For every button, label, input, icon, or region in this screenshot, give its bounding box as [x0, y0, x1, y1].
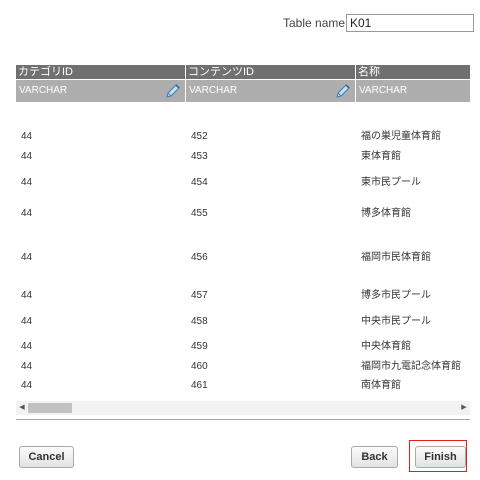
horizontal-scrollbar[interactable]: ◀ ▶ — [16, 401, 470, 415]
pencil-icon[interactable] — [334, 82, 352, 100]
column-type-cell: VARCHAR — [16, 80, 186, 102]
cell-name: 博多体育館 — [361, 208, 411, 219]
cell-content-id: 459 — [191, 341, 208, 352]
cell-content-id: 454 — [191, 177, 208, 188]
table-row[interactable]: 44 454 東市民プール — [16, 176, 470, 190]
cell-content-id: 461 — [191, 380, 208, 391]
cell-content-id: 460 — [191, 361, 208, 372]
cell-name: 福岡市九電記念体育館 — [361, 361, 461, 372]
cell-category-id: 44 — [21, 151, 33, 162]
divider — [16, 419, 470, 420]
column-type-cell: VARCHAR — [186, 80, 356, 102]
table-name-input[interactable] — [346, 14, 474, 32]
cell-name: 東市民プール — [361, 177, 421, 188]
cell-category-id: 44 — [21, 380, 33, 391]
cancel-button[interactable]: Cancel — [19, 446, 74, 468]
column-type-row: VARCHAR VARCHAR VARCHAR — [16, 80, 470, 102]
cell-content-id: 453 — [191, 151, 208, 162]
column-type-label: VARCHAR — [189, 85, 238, 96]
column-header-row: カテゴリID コンテンツID 名称 — [16, 65, 470, 79]
scrollbar-thumb[interactable] — [28, 403, 72, 413]
cell-content-id: 452 — [191, 131, 208, 142]
cell-category-id: 44 — [21, 177, 33, 188]
cell-name: 東体育館 — [361, 151, 401, 162]
column-header-category-id[interactable]: カテゴリID — [16, 65, 186, 79]
cell-content-id: 456 — [191, 252, 208, 263]
column-header-content-id[interactable]: コンテンツID — [186, 65, 356, 79]
table-row[interactable]: 44 458 中央市民プール — [16, 315, 470, 329]
cell-category-id: 44 — [21, 341, 33, 352]
cell-name: 中央体育館 — [361, 341, 411, 352]
table-row[interactable]: 44 456 福岡市民体育館 — [16, 251, 470, 265]
cell-content-id: 457 — [191, 290, 208, 301]
cell-name: 博多市民プール — [361, 290, 431, 301]
table-row[interactable]: 44 453 東体育館 — [16, 150, 470, 164]
cell-category-id: 44 — [21, 252, 33, 263]
cell-name: 福の巣児童体育館 — [361, 131, 441, 142]
cell-category-id: 44 — [21, 131, 33, 142]
cell-content-id: 458 — [191, 316, 208, 327]
arrow-left-icon[interactable]: ◀ — [16, 401, 28, 415]
column-type-label: VARCHAR — [359, 85, 408, 96]
column-type-cell: VARCHAR — [356, 80, 470, 102]
cell-category-id: 44 — [21, 361, 33, 372]
column-header-name[interactable]: 名称 — [356, 65, 470, 79]
table-row[interactable]: 44 459 中央体育館 — [16, 340, 470, 354]
back-button[interactable]: Back — [351, 446, 398, 468]
finish-button[interactable]: Finish — [415, 446, 466, 468]
table-row[interactable]: 44 455 博多体育館 — [16, 207, 470, 221]
table-row[interactable]: 44 461 南体育館 — [16, 379, 470, 393]
table-row[interactable]: 44 460 福岡市九電記念体育館 — [16, 360, 470, 374]
table-name-label: Table name — [283, 16, 346, 30]
cell-name: 中央市民プール — [361, 316, 431, 327]
cell-content-id: 455 — [191, 208, 208, 219]
arrow-right-icon[interactable]: ▶ — [458, 401, 470, 415]
table-row[interactable]: 44 452 福の巣児童体育館 — [16, 130, 470, 144]
cell-category-id: 44 — [21, 208, 33, 219]
table-row[interactable]: 44 457 博多市民プール — [16, 289, 470, 303]
cell-name: 南体育館 — [361, 380, 401, 391]
pencil-icon[interactable] — [164, 82, 182, 100]
column-type-label: VARCHAR — [19, 85, 68, 96]
cell-category-id: 44 — [21, 316, 33, 327]
cell-category-id: 44 — [21, 290, 33, 301]
cell-name: 福岡市民体育館 — [361, 252, 431, 263]
